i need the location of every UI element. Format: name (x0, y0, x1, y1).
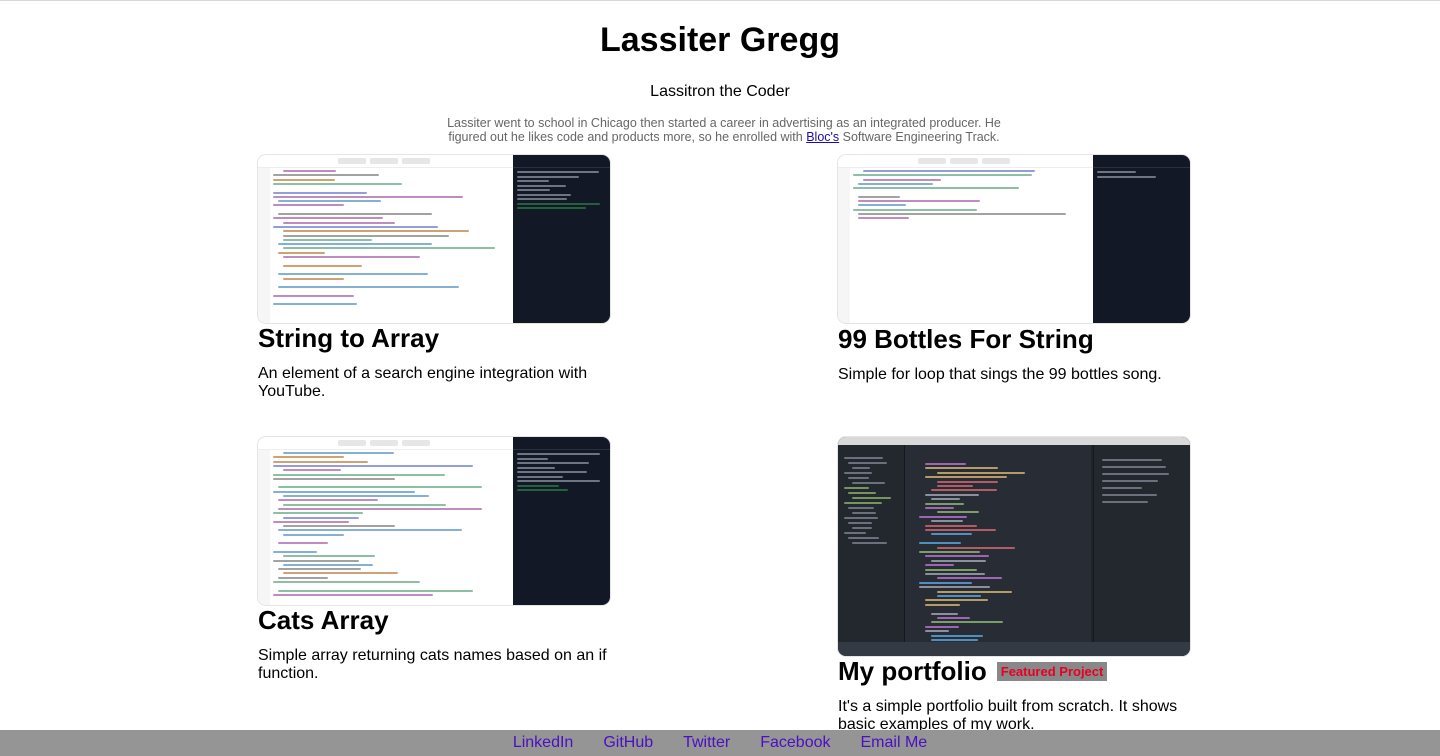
bloc-link[interactable]: Bloc's (806, 130, 839, 144)
project-title: Cats Array (258, 605, 389, 635)
code-pane (905, 445, 1091, 646)
console-pane (513, 155, 610, 323)
ide-screenshot (838, 437, 1190, 656)
facebook-link[interactable]: Facebook (760, 734, 830, 752)
project-title: My portfolio Featured Project (838, 656, 1190, 686)
github-link[interactable]: GitHub (603, 734, 653, 752)
page-title: Lassiter Gregg (600, 21, 840, 59)
tagline: Lassitron the Coder (650, 83, 790, 100)
project-card-99-bottles: 99 Bottles For String Simple for loop th… (838, 155, 1190, 384)
project-screenshot[interactable] (838, 155, 1190, 323)
editor-pane (838, 155, 1093, 323)
email-link[interactable]: Email Me (861, 734, 928, 752)
bio-paragraph: Lassiter went to school in Chicago then … (430, 116, 1018, 144)
project-screenshot[interactable] (258, 437, 610, 605)
project-description: Simple array returning cats names based … (258, 647, 607, 682)
linkedin-link[interactable]: LinkedIn (513, 734, 574, 752)
footer-nav: LinkedIn GitHub Twitter Facebook Email M… (0, 730, 1440, 756)
git-pane (1093, 445, 1190, 642)
featured-badge: Featured Project (996, 662, 1108, 681)
project-card-my-portfolio: My portfolio Featured Project It's a simp… (838, 437, 1190, 734)
project-description: An element of a search engine integratio… (258, 365, 588, 400)
console-pane (1093, 155, 1190, 323)
project-title: 99 Bottles For String (838, 324, 1094, 354)
editor-pane (258, 437, 513, 605)
project-description: Simple for loop that sings the 99 bottle… (838, 366, 1162, 383)
menu-bar (838, 437, 1190, 445)
project-card-string-to-array: String to Array An element of a search e… (258, 155, 610, 401)
file-tree (838, 445, 905, 642)
project-description: It's a simple portfolio built from scrat… (838, 698, 1178, 733)
editor-pane (258, 155, 513, 323)
project-screenshot[interactable] (838, 437, 1190, 656)
console-pane (513, 437, 610, 605)
project-screenshot[interactable] (258, 155, 610, 323)
bio-text-end: Software Engineering Track. (839, 130, 1000, 144)
project-title-text: My portfolio (838, 656, 987, 686)
twitter-link[interactable]: Twitter (683, 734, 730, 752)
project-card-cats-array: Cats Array Simple array returning cats n… (258, 437, 610, 683)
project-title: String to Array (258, 323, 440, 353)
dock (838, 642, 1190, 656)
